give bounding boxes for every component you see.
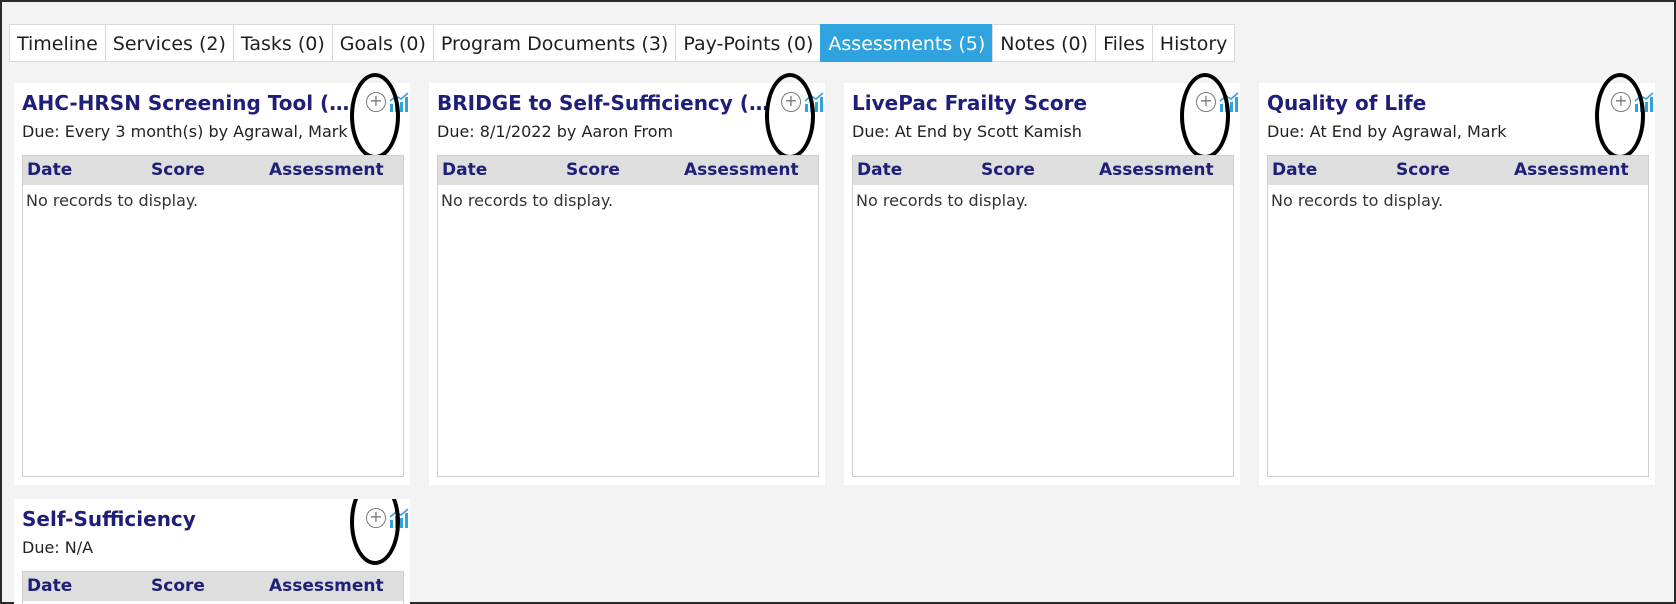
column-score[interactable]: Score	[1396, 156, 1514, 185]
column-score[interactable]: Score	[981, 156, 1099, 185]
empty-message: No records to display.	[856, 191, 1029, 210]
add-circle-icon[interactable]: +	[366, 508, 386, 528]
grid-header: Date Score Assessment	[23, 572, 403, 601]
assessments-panel: Timeline Services (2) Tasks (0) Goals (0…	[0, 0, 1676, 604]
column-date[interactable]: Date	[1268, 156, 1396, 185]
tab-timeline[interactable]: Timeline	[9, 24, 105, 62]
card-title[interactable]: LivePac Frailty Score	[852, 91, 1190, 115]
column-date[interactable]: Date	[438, 156, 566, 185]
bar-chart-icon[interactable]	[388, 91, 410, 113]
column-date[interactable]: Date	[23, 156, 151, 185]
assessment-grid: Date Score Assessment No records to disp…	[437, 155, 819, 477]
empty-message: No records to display.	[26, 191, 199, 210]
empty-message: No records to display.	[1271, 191, 1444, 210]
tab-program-documents[interactable]: Program Documents (3)	[432, 24, 676, 62]
card-title[interactable]: Self-Sufficiency	[22, 507, 360, 531]
card-title[interactable]: AHC-HRSN Screening Tool (CMS/…	[22, 91, 360, 115]
tab-notes[interactable]: Notes (0)	[992, 24, 1096, 62]
card-due: Due: At End by Scott Kamish	[852, 122, 1082, 141]
card-due: Due: N/A	[22, 538, 94, 557]
add-circle-icon[interactable]: +	[1611, 92, 1631, 112]
tab-pay-points[interactable]: Pay-Points (0)	[675, 24, 821, 62]
empty-message: No records to display.	[441, 191, 614, 210]
grid-header: Date Score Assessment	[438, 156, 818, 185]
column-assessment[interactable]: Assessment	[1099, 156, 1233, 185]
assessment-grid: Date Score Assessment	[22, 571, 404, 604]
assessment-card: LivePac Frailty Score Due: At End by Sco…	[844, 73, 1240, 485]
bar-chart-icon[interactable]	[803, 91, 825, 113]
assessment-card: BRIDGE to Self-Sufficiency (EMPa… Due: 8…	[429, 73, 825, 485]
add-circle-icon[interactable]: +	[781, 92, 801, 112]
card-due: Due: 8/1/2022 by Aaron From	[437, 122, 674, 141]
tab-tasks[interactable]: Tasks (0)	[232, 24, 332, 62]
add-circle-icon[interactable]: +	[1196, 92, 1216, 112]
column-score[interactable]: Score	[566, 156, 684, 185]
column-assessment[interactable]: Assessment	[684, 156, 818, 185]
card-title[interactable]: Quality of Life	[1267, 91, 1605, 115]
tab-bar: Timeline Services (2) Tasks (0) Goals (0…	[9, 24, 1236, 62]
grid-header: Date Score Assessment	[853, 156, 1233, 185]
assessment-card: AHC-HRSN Screening Tool (CMS/… Due: Ever…	[14, 73, 410, 485]
card-due: Due: At End by Agrawal, Mark	[1267, 122, 1507, 141]
bar-chart-icon[interactable]	[388, 507, 410, 529]
grid-header: Date Score Assessment	[23, 156, 403, 185]
bar-chart-icon[interactable]	[1218, 91, 1240, 113]
column-assessment[interactable]: Assessment	[269, 572, 403, 601]
tab-services[interactable]: Services (2)	[104, 24, 233, 62]
card-title[interactable]: BRIDGE to Self-Sufficiency (EMPa…	[437, 91, 775, 115]
assessment-grid: Date Score Assessment No records to disp…	[22, 155, 404, 477]
assessment-grid: Date Score Assessment No records to disp…	[1267, 155, 1649, 477]
column-assessment[interactable]: Assessment	[269, 156, 403, 185]
tab-goals[interactable]: Goals (0)	[331, 24, 433, 62]
highlight-ellipse	[765, 73, 815, 159]
column-score[interactable]: Score	[151, 156, 269, 185]
card-due: Due: Every 3 month(s) by Agrawal, Mark	[22, 122, 348, 141]
tab-assessments[interactable]: Assessments (5)	[820, 24, 993, 62]
column-date[interactable]: Date	[23, 572, 151, 601]
assessment-grid: Date Score Assessment No records to disp…	[852, 155, 1234, 477]
bar-chart-icon[interactable]	[1633, 91, 1655, 113]
tab-history[interactable]: History	[1151, 24, 1236, 62]
highlight-ellipse	[1595, 73, 1645, 159]
highlight-ellipse	[1180, 73, 1230, 159]
assessment-card: Quality of Life Due: At End by Agrawal, …	[1259, 73, 1655, 485]
add-circle-icon[interactable]: +	[366, 92, 386, 112]
highlight-ellipse	[350, 73, 400, 159]
tab-files[interactable]: Files	[1095, 24, 1152, 62]
column-date[interactable]: Date	[853, 156, 981, 185]
column-score[interactable]: Score	[151, 572, 269, 601]
grid-header: Date Score Assessment	[1268, 156, 1648, 185]
assessment-card: Self-Sufficiency Due: N/A + Date Score A…	[14, 499, 410, 604]
column-assessment[interactable]: Assessment	[1514, 156, 1648, 185]
